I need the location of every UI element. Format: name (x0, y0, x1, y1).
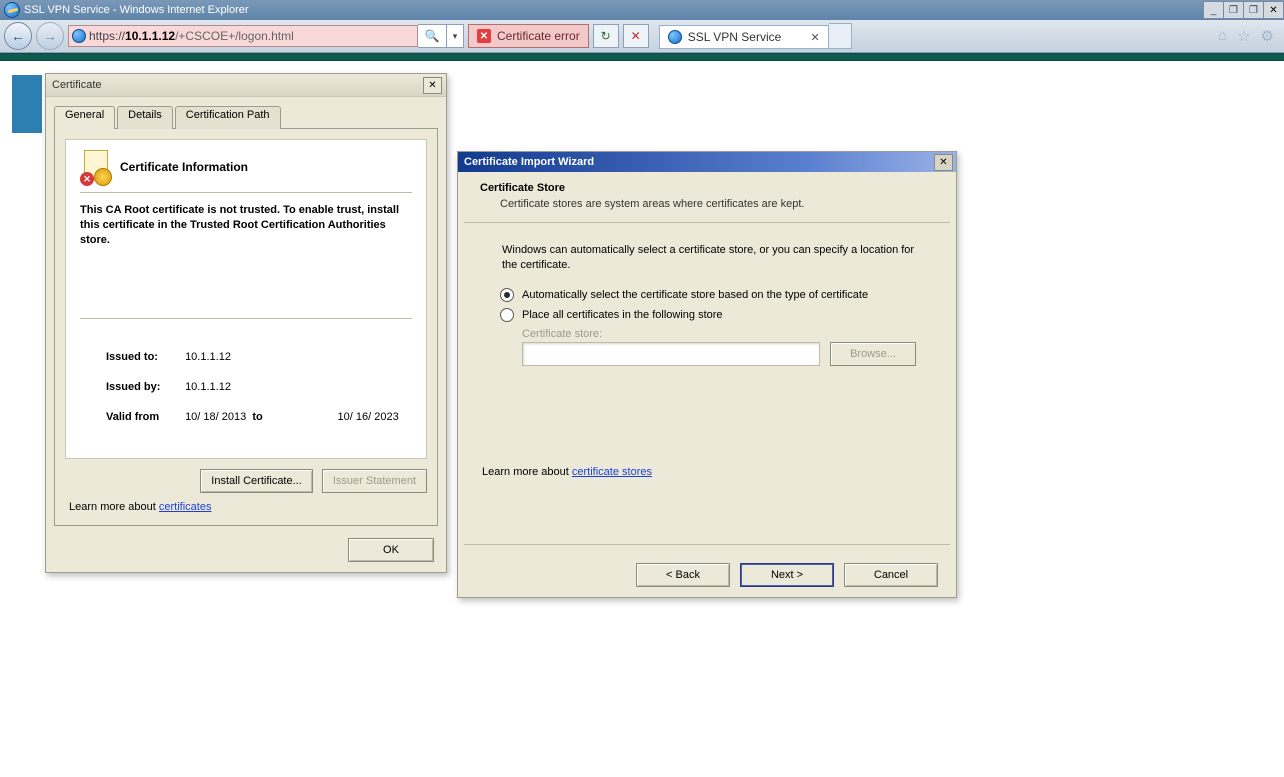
home-icon[interactable]: ⌂ (1218, 27, 1227, 45)
certificate-warning-text: This CA Root certificate is not trusted.… (80, 203, 412, 248)
import-wizard-dialog: Certificate Import Wizard ✕ Certificate … (457, 151, 957, 598)
refresh-button[interactable]: ↻ (593, 24, 619, 48)
address-text: https://10.1.1.12/+CSCOE+/logon.html (89, 29, 294, 43)
browser-toolbar: ← → https://10.1.1.12/+CSCOE+/logon.html… (0, 20, 1284, 53)
wizard-back-button[interactable]: < Back (636, 563, 730, 587)
option-auto-select[interactable]: Automatically select the certificate sto… (500, 288, 932, 302)
site-icon (72, 29, 86, 43)
tab-certification-path[interactable]: Certification Path (175, 106, 281, 129)
ie-icon (4, 2, 20, 18)
nav-forward-button[interactable]: → (36, 22, 64, 50)
valid-to-label: to (252, 411, 328, 423)
page-decoration (12, 75, 42, 133)
favorites-icon[interactable]: ☆ (1237, 27, 1250, 45)
option-place-store-label: Place all certificates in the following … (522, 309, 723, 321)
radio-auto-select[interactable] (500, 288, 514, 302)
certificate-store-label: Certificate store: (522, 328, 932, 340)
issued-by-value: 10.1.1.12 (185, 381, 231, 393)
learn-more-certificate-stores-link[interactable]: certificate stores (572, 466, 652, 478)
install-certificate-button[interactable]: Install Certificate... (200, 469, 312, 493)
wizard-section-heading: Certificate Store (480, 182, 565, 194)
window-title: SSL VPN Service - Windows Internet Explo… (24, 4, 249, 16)
address-bar[interactable]: https://10.1.1.12/+CSCOE+/logon.html (68, 25, 418, 47)
page-accent-band (0, 53, 1284, 61)
certificate-info-heading: Certificate Information (120, 160, 248, 174)
search-button[interactable]: 🔍 (418, 24, 447, 48)
import-wizard-title: Certificate Import Wizard (458, 152, 956, 172)
browser-tab[interactable]: SSL VPN Service ✕ (659, 25, 829, 49)
tab-favicon (668, 30, 682, 44)
wizard-section-subtext: Certificate stores are system areas wher… (500, 198, 936, 210)
learn-more-prefix: Learn more about (69, 501, 159, 513)
issuer-statement-button: Issuer Statement (322, 469, 427, 493)
certificate-error-indicator[interactable]: ✕ Certificate error (468, 24, 589, 48)
nav-back-button[interactable]: ← (4, 22, 32, 50)
wizard-instruction-text: Windows can automatically select a certi… (502, 243, 922, 274)
tab-close-button[interactable]: ✕ (810, 31, 819, 44)
stop-button[interactable]: ✕ (623, 24, 649, 48)
certificate-error-label: Certificate error (497, 29, 580, 43)
tab-general[interactable]: General (54, 106, 115, 129)
window-maximize-button[interactable]: ❐ (1243, 1, 1264, 19)
certificate-dialog-close-button[interactable]: ✕ (423, 77, 442, 94)
window-minimize-button[interactable]: _ (1203, 1, 1224, 19)
issued-to-label: Issued to: (106, 351, 182, 363)
valid-from-label: Valid from (106, 411, 182, 423)
certificate-tab-panel: ✕ Certificate Information This CA Root c… (54, 128, 438, 526)
tab-details[interactable]: Details (117, 106, 173, 129)
option-place-store[interactable]: Place all certificates in the following … (500, 308, 932, 322)
option-auto-select-label: Automatically select the certificate sto… (522, 289, 868, 301)
certificate-ok-button[interactable]: OK (348, 538, 434, 562)
valid-to-value: 10/ 16/ 2023 (338, 411, 399, 423)
new-tab-button[interactable] (829, 23, 852, 49)
certificate-icon: ✕ (80, 150, 110, 184)
tools-icon[interactable]: ⚙ (1261, 27, 1274, 45)
valid-from-value: 10/ 18/ 2013 (185, 411, 246, 423)
page-content: Certificate ✕ General Details Certificat… (0, 61, 1284, 777)
window-titlebar: SSL VPN Service - Windows Internet Explo… (0, 0, 1284, 20)
wizard-cancel-button[interactable]: Cancel (844, 563, 938, 587)
certificate-dialog-title: Certificate (46, 74, 446, 97)
window-close-button[interactable]: ✕ (1263, 1, 1284, 19)
tab-title: SSL VPN Service (688, 30, 805, 44)
browse-button: Browse... (830, 342, 916, 366)
wizard-learn-prefix: Learn more about (482, 466, 572, 478)
wizard-next-button[interactable]: Next > (740, 563, 834, 587)
issued-to-value: 10.1.1.12 (185, 351, 231, 363)
learn-more-certificates-link[interactable]: certificates (159, 501, 212, 513)
shield-error-icon: ✕ (477, 29, 491, 43)
certificate-store-input (522, 342, 820, 366)
certificate-info-box: ✕ Certificate Information This CA Root c… (65, 139, 427, 459)
certificate-dialog: Certificate ✕ General Details Certificat… (45, 73, 447, 573)
import-wizard-close-button[interactable]: ✕ (934, 154, 953, 171)
radio-place-store[interactable] (500, 308, 514, 322)
window-restore-button[interactable]: ❐ (1223, 1, 1244, 19)
issued-by-label: Issued by: (106, 381, 182, 393)
search-dropdown[interactable]: ▾ (447, 24, 464, 48)
